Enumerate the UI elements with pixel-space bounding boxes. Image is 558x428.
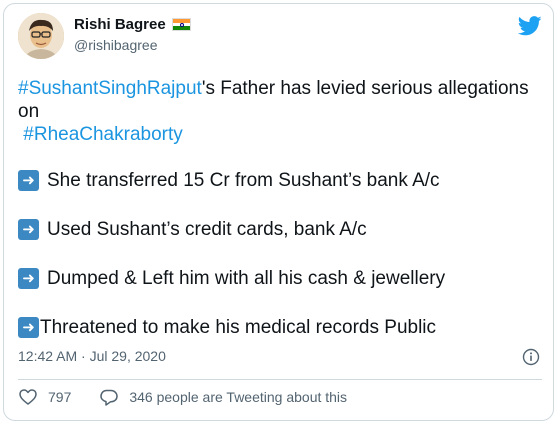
arrow-right-emoji-icon: ➜ xyxy=(18,268,39,289)
info-icon[interactable] xyxy=(522,348,540,366)
heart-icon xyxy=(19,389,37,405)
tweet-timestamp[interactable]: 12:42 AM · Jul 29, 2020 xyxy=(18,348,166,364)
allegation-item: ➜ She transferred 15 Cr from Sushant’s b… xyxy=(18,169,533,192)
tweet-line-3: #RheaChakraborty xyxy=(18,123,533,146)
arrow-right-emoji-icon: ➜ xyxy=(18,219,39,240)
author-name-text[interactable]: Rishi Bagree xyxy=(74,16,166,33)
tweet-text-span: 's Father has levied serious allegations xyxy=(201,78,529,99)
allegation-item: ➜ Dumped & Left him with all his cash & … xyxy=(18,267,533,290)
like-count: 797 xyxy=(48,389,72,405)
allegation-text: Dumped & Left him with all his cash & je… xyxy=(47,268,446,289)
india-flag-icon xyxy=(171,18,191,31)
tweet-line-2: on xyxy=(18,101,40,122)
conversation-text: 346 people are Tweeting about this xyxy=(129,389,348,405)
arrow-right-emoji-icon: ➜ xyxy=(18,317,39,338)
tweet-text: #SushantSinghRajput's Father has levied … xyxy=(18,77,533,339)
tweet-actions: 797 346 people are Tweeting about this xyxy=(18,387,347,407)
author-handle[interactable]: @rishibagree xyxy=(74,37,157,53)
twitter-bird-icon[interactable] xyxy=(518,16,542,36)
allegation-text: She transferred 15 Cr from Sushant’s ban… xyxy=(47,170,440,191)
arrow-right-emoji-icon: ➜ xyxy=(18,170,39,191)
avatar-image xyxy=(18,13,64,59)
conversation-button[interactable]: 346 people are Tweeting about this xyxy=(99,387,347,407)
reply-bubble-icon xyxy=(100,389,119,406)
hashtag-link[interactable]: #RheaChakraborty xyxy=(23,124,182,145)
divider xyxy=(18,379,542,380)
allegation-item: ➜ Threatened to make his medical records… xyxy=(18,316,533,339)
like-button[interactable]: 797 xyxy=(18,387,71,407)
allegation-text: Used Sushant’s credit cards, bank A/c xyxy=(47,219,367,240)
author-name[interactable]: Rishi Bagree xyxy=(74,16,191,33)
avatar[interactable] xyxy=(18,13,64,59)
tweet-line-1: #SushantSinghRajput's Father has levied … xyxy=(18,77,533,100)
allegation-item: ➜ Used Sushant’s credit cards, bank A/c xyxy=(18,218,533,241)
hashtag-link[interactable]: #SushantSinghRajput xyxy=(18,78,202,99)
allegation-text: Threatened to make his medical records P… xyxy=(40,317,437,338)
